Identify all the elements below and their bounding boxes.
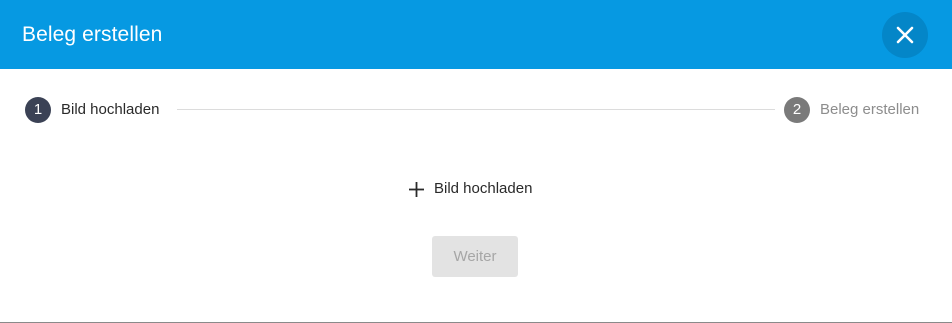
close-button[interactable] — [882, 12, 928, 58]
dialog-title: Beleg erstellen — [22, 23, 163, 46]
next-button[interactable]: Weiter — [432, 236, 518, 277]
dialog-header: Beleg erstellen — [0, 0, 952, 69]
step-create-receipt: 2 Beleg erstellen — [784, 97, 919, 123]
plus-icon — [409, 181, 424, 197]
create-receipt-dialog: Beleg erstellen 1 Bild hochladen 2 Beleg… — [0, 0, 952, 323]
step-label: Bild hochladen — [61, 101, 160, 118]
upload-image-button[interactable]: Bild hochladen — [408, 178, 532, 200]
step-upload-image: 1 Bild hochladen — [25, 97, 159, 123]
step-number: 2 — [784, 97, 810, 123]
step-label: Beleg erstellen — [820, 101, 920, 118]
upload-image-label: Bild hochladen — [434, 180, 533, 197]
close-icon — [896, 26, 914, 44]
step-number: 1 — [25, 97, 51, 123]
stepper-connector — [177, 109, 775, 110]
